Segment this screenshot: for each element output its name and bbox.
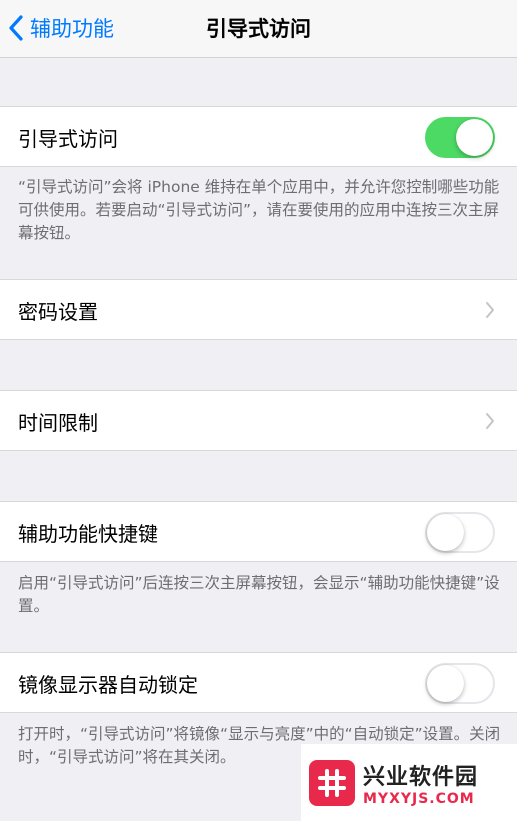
accessibility-shortcut-row: 辅助功能快捷键	[0, 501, 517, 562]
hash-logo-icon	[309, 759, 355, 806]
accessibility-shortcut-toggle[interactable]	[425, 512, 495, 553]
navigation-bar: 辅助功能 引导式访问	[0, 0, 517, 58]
mirror-display-auto-lock-label: 镜像显示器自动锁定	[18, 673, 198, 697]
guided-access-row: 引导式访问	[0, 106, 517, 167]
guided-access-description: “引导式访问”会将 iPhone 维持在单个应用中，并允许您控制哪些功能可供使用…	[18, 178, 500, 242]
guided-access-label: 引导式访问	[18, 127, 118, 151]
chevron-right-icon	[486, 413, 494, 429]
passcode-settings-label: 密码设置	[18, 300, 98, 324]
watermark-name: 兴业软件园	[363, 764, 479, 790]
chevron-right-icon	[486, 302, 494, 318]
guided-access-toggle[interactable]	[425, 117, 495, 158]
watermark-text: 兴业软件园 MYXYJS.COM	[363, 759, 478, 807]
passcode-settings-row[interactable]: 密码设置	[0, 279, 517, 340]
accessibility-shortcut-label: 辅助功能快捷键	[18, 522, 158, 546]
time-limits-label: 时间限制	[18, 411, 98, 435]
toggle-knob	[427, 514, 464, 551]
watermark: 兴业软件园 MYXYJS.COM	[301, 744, 517, 821]
mirror-display-auto-lock-toggle[interactable]	[425, 663, 495, 704]
page-title: 引导式访问	[206, 17, 311, 41]
toggle-knob	[427, 665, 464, 702]
toggle-knob	[456, 119, 493, 156]
accessibility-shortcut-description: 启用“引导式访问”后连按三次主屏幕按钮，会显示“辅助功能快捷键”设置。	[18, 574, 500, 615]
watermark-domain: MYXYJS.COM	[363, 790, 475, 807]
mirror-display-auto-lock-row: 镜像显示器自动锁定	[0, 652, 517, 713]
time-limits-row[interactable]: 时间限制	[0, 390, 517, 451]
